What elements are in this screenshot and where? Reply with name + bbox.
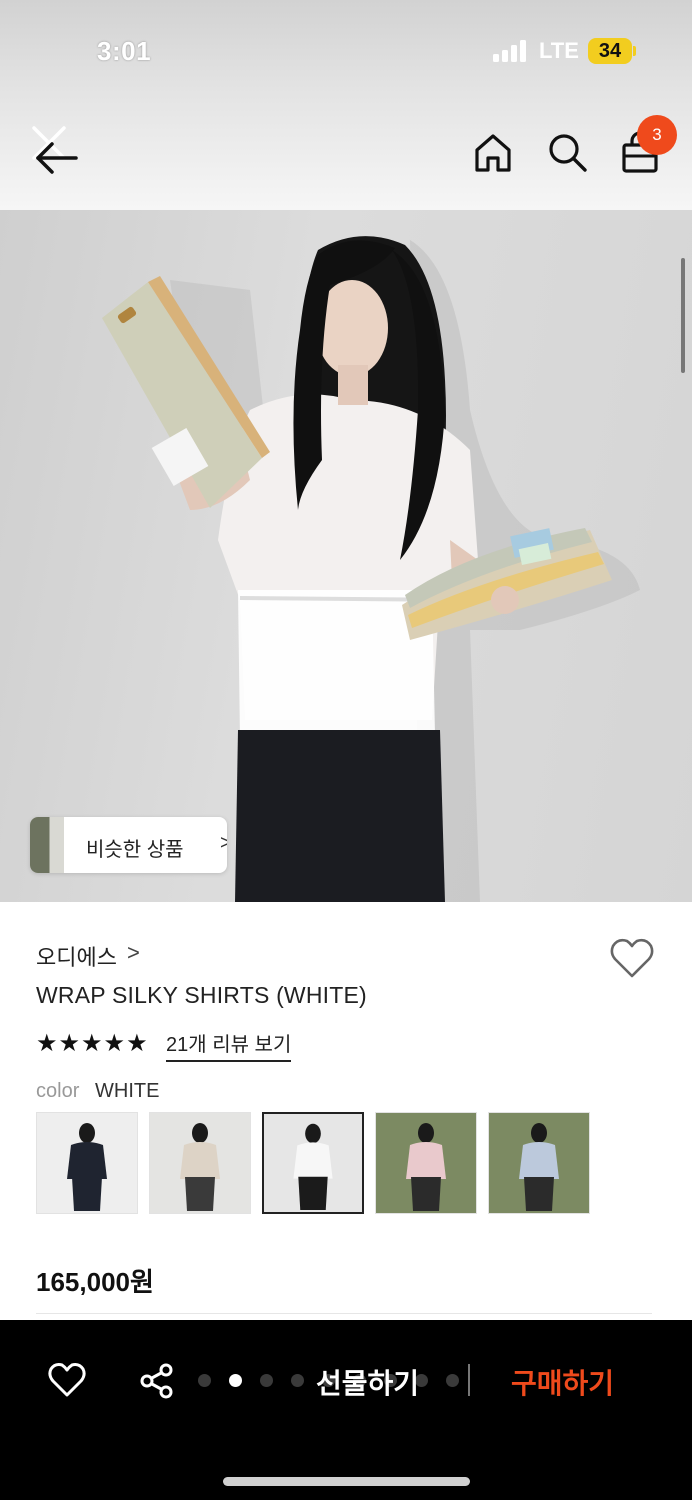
star-icon: ★ <box>58 1030 81 1057</box>
star-icon: ★ <box>36 1030 58 1057</box>
swatch-pink[interactable] <box>375 1112 477 1214</box>
chevron-right-icon: > <box>220 832 227 854</box>
star-icon: ★ <box>126 1030 148 1057</box>
wishlist-heart-icon[interactable] <box>608 936 656 980</box>
page-dot <box>198 1374 211 1387</box>
swatch-figure <box>293 1123 333 1211</box>
search-icon[interactable] <box>545 130 589 174</box>
similar-products-button[interactable]: 비슷한 상품 > <box>30 817 227 873</box>
swatch-beige[interactable] <box>149 1112 251 1214</box>
swatch-figure <box>180 1123 220 1211</box>
page-dot <box>229 1374 242 1387</box>
buy-button[interactable]: 구매하기 <box>511 1362 614 1402</box>
back-close-icon[interactable] <box>28 122 86 180</box>
rating-stars: ★★★★★ <box>36 1029 149 1057</box>
heart-icon[interactable] <box>47 1362 87 1398</box>
product-title: WRAP SILKY SHIRTS (WHITE) <box>36 982 367 1008</box>
top-header: 3:01 LTE 34 <box>0 0 692 210</box>
cart-count-badge: 3 <box>637 115 677 155</box>
color-option-label: color <box>36 1080 80 1102</box>
swatch-white[interactable] <box>262 1112 364 1214</box>
page-dot <box>260 1374 273 1387</box>
swatch-figure <box>519 1123 559 1211</box>
divider <box>36 1313 652 1314</box>
gift-button[interactable]: 선물하기 <box>316 1362 419 1402</box>
battery-icon <box>633 46 636 56</box>
network-type: LTE <box>539 38 579 63</box>
swatch-black[interactable] <box>36 1112 138 1214</box>
swatch-blue[interactable] <box>488 1112 590 1214</box>
swatch-figure <box>406 1123 446 1211</box>
home-indicator[interactable] <box>223 1477 470 1486</box>
status-time: 3:01 <box>97 36 152 66</box>
home-icon[interactable] <box>471 130 515 174</box>
similar-product-thumbnail <box>30 817 64 873</box>
similar-products-label: 비슷한 상품 <box>86 839 184 861</box>
bottom-action-bar <box>0 1320 692 1500</box>
swatch-figure <box>67 1123 107 1211</box>
brand-link[interactable]: 오디에스 <box>36 940 117 972</box>
battery-level: 34 <box>588 38 632 64</box>
product-price: 165,000원 <box>36 1267 154 1297</box>
chevron-right-icon: > <box>127 940 140 965</box>
divider <box>468 1364 470 1396</box>
product-hero-image[interactable] <box>0 210 692 902</box>
star-icon: ★ <box>81 1030 103 1057</box>
image-scrollbar[interactable] <box>681 258 685 373</box>
page-dot <box>446 1374 459 1387</box>
color-option-value: WHITE <box>95 1080 160 1102</box>
model-photo <box>102 236 640 902</box>
share-icon[interactable] <box>138 1362 176 1400</box>
signal-icon <box>493 40 527 62</box>
page-dot <box>291 1374 304 1387</box>
star-icon: ★ <box>103 1030 126 1057</box>
view-reviews-link[interactable]: 21개 리뷰 보기 <box>166 1028 292 1062</box>
